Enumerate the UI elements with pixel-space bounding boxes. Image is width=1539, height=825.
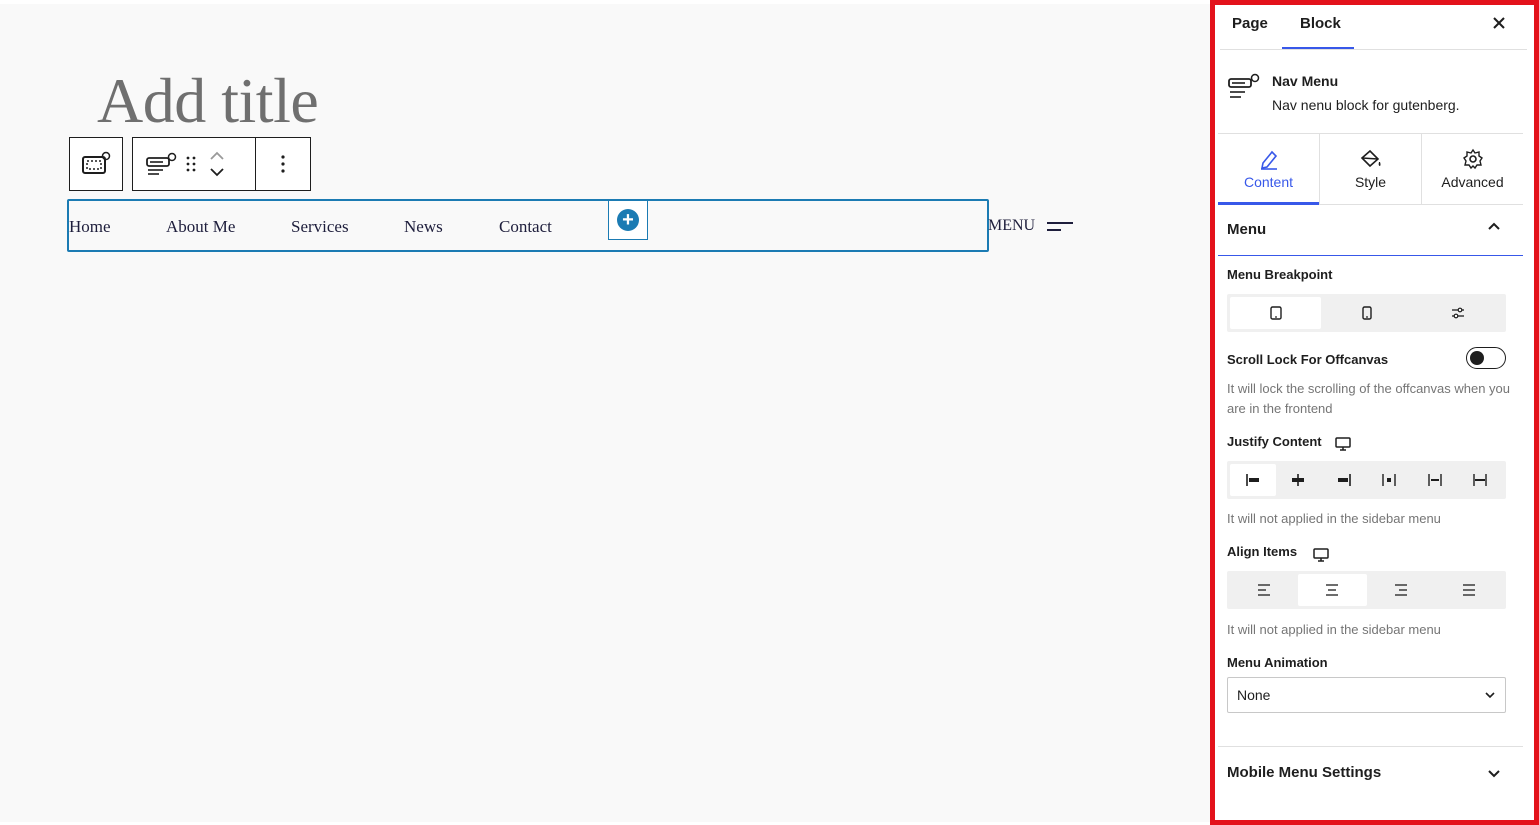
breakpoint-custom-option[interactable] bbox=[1412, 297, 1503, 329]
align-items-label: Align Items bbox=[1227, 544, 1298, 559]
align-center-option[interactable] bbox=[1298, 574, 1367, 606]
justify-space-around-icon bbox=[1382, 474, 1396, 486]
block-title: Nav Menu bbox=[1272, 73, 1339, 89]
close-icon bbox=[1493, 17, 1505, 29]
scroll-lock-help: It will lock the scrolling of the offcan… bbox=[1227, 381, 1511, 416]
tablet-icon bbox=[1269, 306, 1282, 320]
plus-icon: + bbox=[617, 209, 639, 231]
toggle-knob bbox=[1470, 351, 1484, 365]
breakpoint-tablet-option[interactable] bbox=[1230, 297, 1321, 329]
align-left-option[interactable] bbox=[1230, 574, 1298, 606]
chevron-up-icon bbox=[1488, 222, 1500, 230]
nav-menu-block-icon bbox=[1228, 73, 1260, 98]
menu-breakpoint-control bbox=[1227, 294, 1506, 332]
sidebar-tabs: Page Block bbox=[1220, 5, 1527, 50]
close-sidebar-button[interactable] bbox=[1492, 13, 1506, 36]
nav-item-contact[interactable]: Contact bbox=[499, 217, 552, 237]
select-parent-button[interactable] bbox=[69, 137, 123, 191]
tab-page[interactable]: Page bbox=[1232, 15, 1268, 32]
mobile-menu-settings-title: Mobile Menu Settings bbox=[1227, 764, 1382, 781]
settings-sidebar: Page Block Nav Menu Nav nenu block for g… bbox=[1210, 0, 1539, 825]
menu-animation-label: Menu Animation bbox=[1227, 655, 1328, 670]
menu-breakpoint-label: Menu Breakpoint bbox=[1227, 267, 1333, 282]
chevron-down-icon bbox=[1485, 692, 1495, 699]
justify-center-option[interactable] bbox=[1276, 464, 1322, 496]
align-justify-icon bbox=[1462, 584, 1475, 596]
active-tab-indicator bbox=[1282, 47, 1354, 49]
nav-menu-block-icon[interactable] bbox=[145, 151, 177, 177]
justify-start-option[interactable] bbox=[1230, 464, 1276, 496]
mobile-menu-toggle[interactable]: MENU bbox=[988, 217, 1075, 235]
tab-advanced-label: Advanced bbox=[1441, 174, 1504, 190]
more-vertical-icon bbox=[281, 155, 285, 173]
tab-style-label: Style bbox=[1354, 174, 1387, 190]
justify-space-between-option[interactable] bbox=[1412, 464, 1458, 496]
justify-end-icon bbox=[1337, 474, 1351, 486]
scroll-lock-label: Scroll Lock For Offcanvas bbox=[1227, 352, 1389, 367]
justify-space-evenly-icon bbox=[1473, 474, 1487, 486]
desktop-icon[interactable] bbox=[1313, 548, 1329, 562]
nav-item-services[interactable]: Services bbox=[291, 217, 349, 237]
block-select-icon bbox=[82, 151, 111, 174]
mobile-icon bbox=[1361, 306, 1372, 320]
mobile-menu-settings-toggle[interactable]: Mobile Menu Settings bbox=[1218, 746, 1523, 798]
tab-content-label: Content bbox=[1243, 174, 1294, 190]
align-right-option[interactable] bbox=[1367, 574, 1435, 606]
menu-animation-select[interactable]: None bbox=[1227, 677, 1506, 713]
block-options-button[interactable] bbox=[256, 138, 310, 190]
block-toolbar-main bbox=[133, 138, 256, 190]
tab-content[interactable]: Content bbox=[1218, 134, 1320, 205]
justify-center-icon bbox=[1292, 474, 1305, 486]
nav-item-about-me[interactable]: About Me bbox=[166, 217, 235, 237]
paint-bucket-icon bbox=[1360, 149, 1380, 168]
sliders-icon bbox=[1451, 307, 1464, 319]
justify-space-around-option[interactable] bbox=[1367, 464, 1413, 496]
scroll-lock-toggle[interactable] bbox=[1466, 347, 1506, 369]
chevron-down-icon bbox=[1488, 770, 1500, 778]
editor-canvas: Add title bbox=[0, 4, 1210, 822]
align-center-icon bbox=[1326, 584, 1339, 596]
menu-section-toggle[interactable]: Menu bbox=[1218, 205, 1523, 256]
pencil-icon bbox=[1260, 150, 1277, 170]
block-mover bbox=[209, 144, 225, 184]
move-up-icon[interactable] bbox=[209, 151, 225, 161]
gear-icon bbox=[1462, 148, 1483, 170]
align-items-help: It will not applied in the sidebar menu bbox=[1227, 622, 1441, 637]
align-items-control bbox=[1227, 571, 1506, 609]
justify-space-evenly-option[interactable] bbox=[1458, 464, 1504, 496]
tab-block[interactable]: Block bbox=[1300, 15, 1341, 32]
nav-item-news[interactable]: News bbox=[404, 217, 443, 237]
justify-content-control bbox=[1227, 461, 1506, 499]
justify-space-between-icon bbox=[1428, 474, 1442, 486]
align-left-icon bbox=[1258, 584, 1271, 596]
post-title-input[interactable]: Add title bbox=[97, 64, 319, 138]
nav-item-home[interactable]: Home bbox=[69, 217, 111, 237]
move-down-icon[interactable] bbox=[209, 167, 225, 177]
hamburger-icon bbox=[1047, 222, 1074, 231]
align-right-icon bbox=[1394, 584, 1407, 596]
menu-toggle-label: MENU bbox=[988, 217, 1036, 234]
tab-advanced[interactable]: Advanced bbox=[1422, 134, 1523, 204]
block-toolbar bbox=[132, 137, 311, 191]
drag-handle-icon[interactable] bbox=[185, 155, 197, 173]
menu-section-title: Menu bbox=[1227, 221, 1267, 238]
desktop-icon[interactable] bbox=[1335, 437, 1351, 451]
menu-animation-value: None bbox=[1237, 687, 1271, 703]
block-description: Nav nenu block for gutenberg. bbox=[1272, 97, 1460, 113]
justify-content-label: Justify Content bbox=[1227, 434, 1322, 449]
tab-style[interactable]: Style bbox=[1320, 134, 1422, 204]
justify-start-icon bbox=[1245, 474, 1259, 486]
add-menu-item-button[interactable]: + bbox=[608, 200, 648, 240]
justify-content-help: It will not applied in the sidebar menu bbox=[1227, 511, 1441, 526]
justify-end-option[interactable] bbox=[1321, 464, 1367, 496]
panel-tabs: Content Style Advanced bbox=[1218, 133, 1523, 205]
align-stretch-option[interactable] bbox=[1435, 574, 1503, 606]
breakpoint-mobile-option[interactable] bbox=[1321, 297, 1412, 329]
nav-menu-block[interactable]: Home About Me Services News Contact bbox=[67, 199, 989, 252]
